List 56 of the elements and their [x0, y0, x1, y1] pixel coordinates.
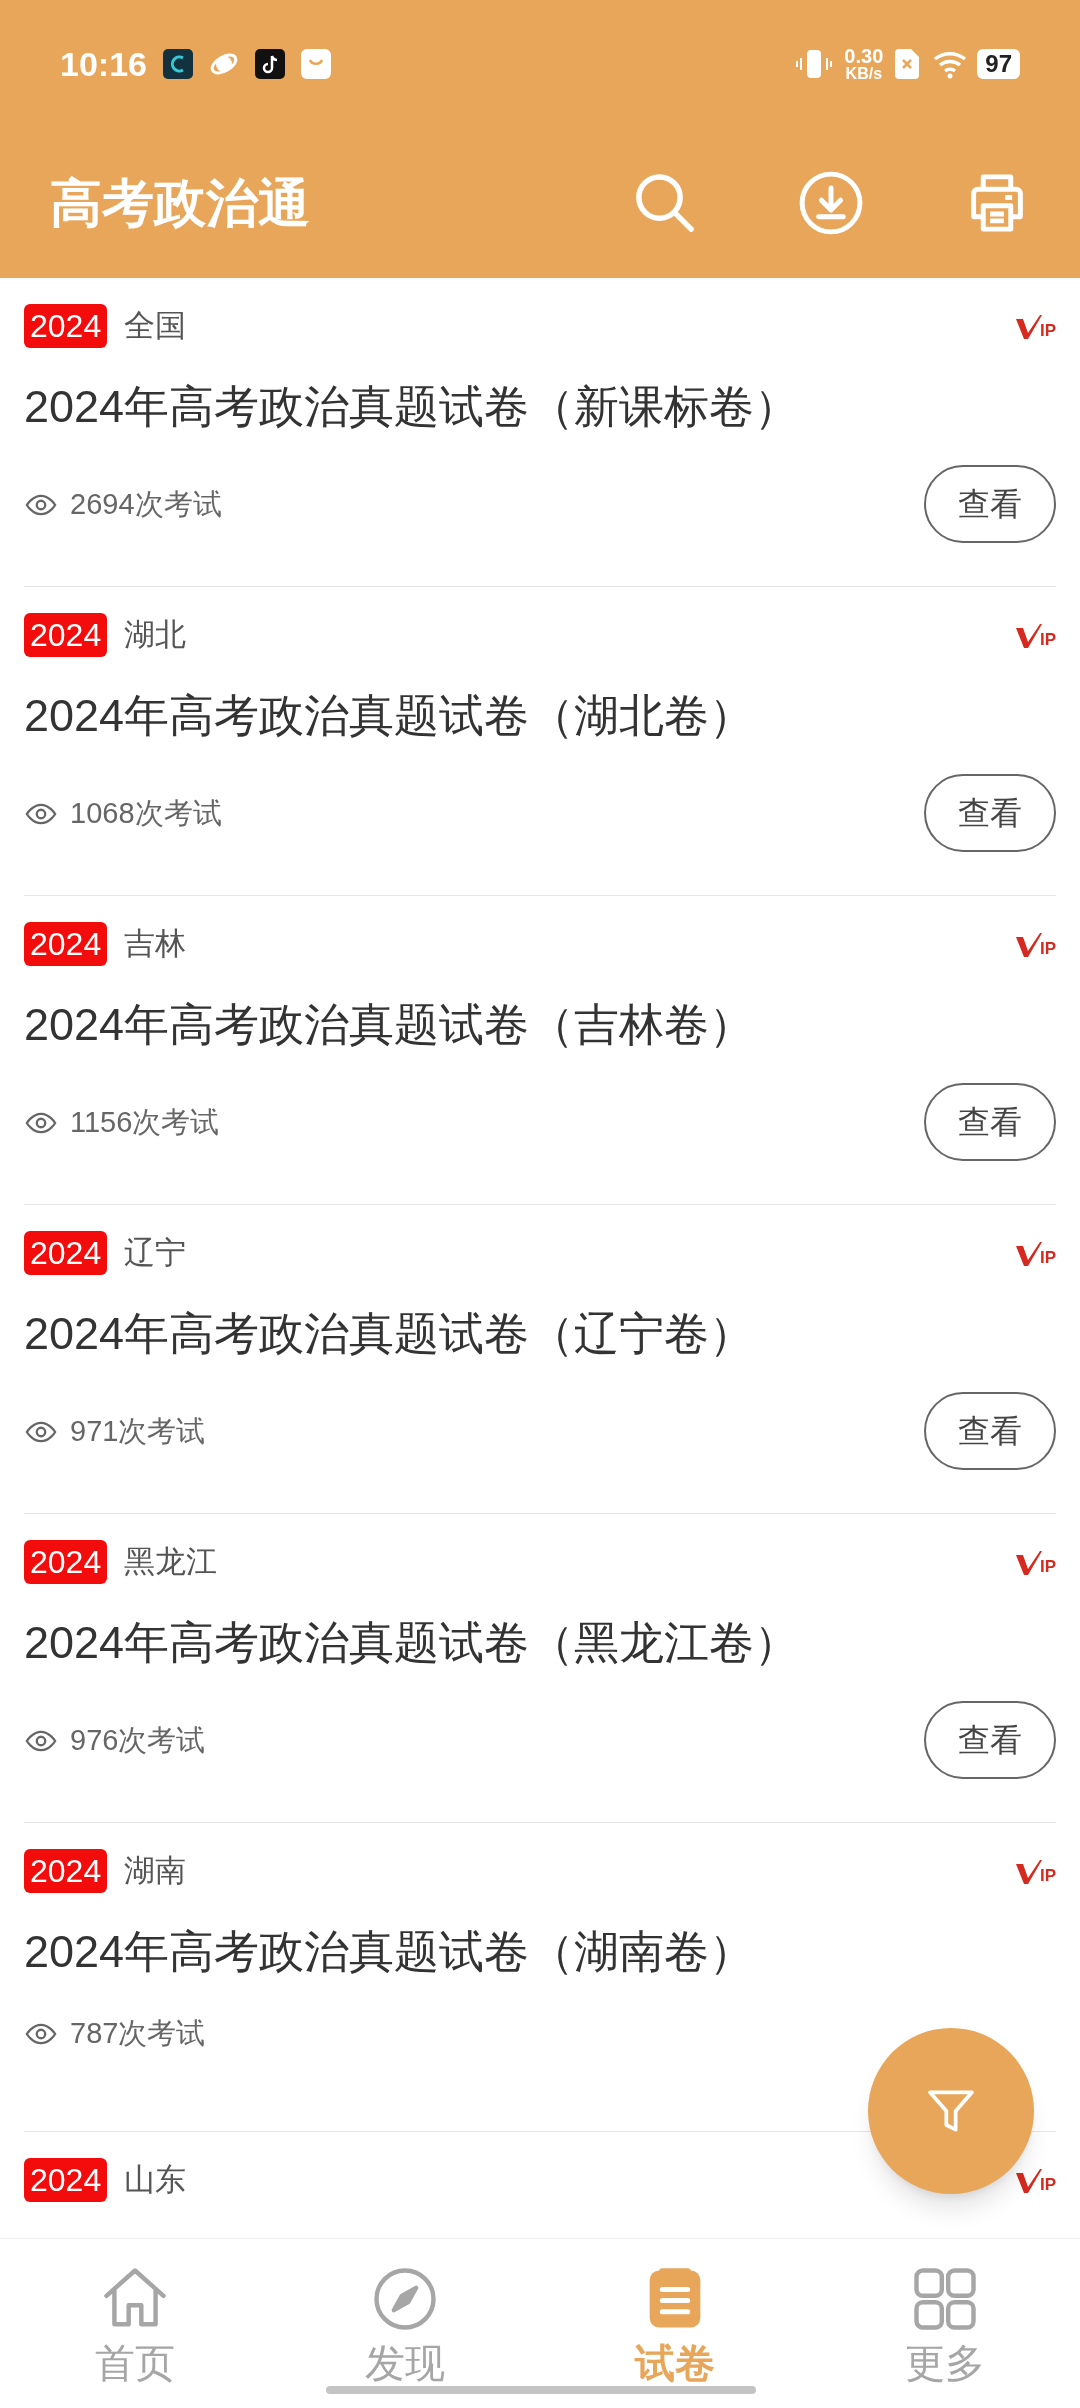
v-icon: [1015, 2167, 1042, 2193]
view-button[interactable]: 查看: [924, 1083, 1056, 1161]
region-label: 全国: [124, 306, 187, 345]
v-icon: [1015, 1858, 1042, 1884]
exam-count: 787次考试: [70, 2016, 206, 2051]
v-icon: [1015, 622, 1042, 648]
region-label: 山东: [124, 2160, 187, 2199]
speed-unit: KB/s: [845, 66, 883, 82]
exam-count: 976次考试: [70, 1723, 206, 1759]
v-icon: [1015, 313, 1042, 339]
v-icon: [1015, 1240, 1042, 1266]
exam-count: 1156次考试: [70, 1105, 220, 1141]
exam-count: 2694次考试: [70, 487, 222, 523]
region-label: 湖南: [124, 1851, 187, 1890]
music-app-icon: [254, 49, 285, 79]
app-title: 高考政治通: [50, 173, 310, 234]
region-label: 辽宁: [124, 1233, 187, 1272]
region-label: 吉林: [124, 924, 187, 963]
v-icon: [1015, 931, 1042, 957]
vip-text: IP: [1039, 1558, 1056, 1575]
view-button[interactable]: 查看: [924, 1392, 1056, 1470]
exam-count: 1068次考试: [70, 796, 222, 832]
status-time: 10:16: [60, 43, 147, 85]
paper-title[interactable]: 2024年高考政治真题试卷（湖南卷）: [24, 1917, 1056, 2012]
region-label: 湖北: [124, 615, 187, 654]
bag-icon: [300, 49, 331, 79]
year-badge: 2024: [24, 1540, 108, 1584]
vip-text: IP: [1039, 1867, 1056, 1884]
year-badge: 2024: [24, 1231, 108, 1275]
sim-icon: [895, 49, 920, 79]
paper-title[interactable]: 2024年高考政治真题试卷（湖北卷）: [24, 681, 1056, 776]
year-badge: 2024: [24, 922, 108, 966]
download-icon: [798, 170, 864, 236]
year-badge: 2024: [24, 2158, 108, 2202]
view-button[interactable]: 查看: [924, 1701, 1056, 1779]
view-button[interactable]: 查看: [924, 774, 1056, 852]
region-label: 黑龙江: [124, 1542, 218, 1581]
paper-title[interactable]: 2024年高考政治真题试卷（辽宁卷）: [24, 1299, 1056, 1394]
year-badge: 2024: [24, 613, 108, 657]
paper-title[interactable]: 2024年高考政治真题试卷（吉林卷）: [24, 990, 1056, 1085]
v-icon: [1015, 1549, 1042, 1575]
vip-text: IP: [1039, 322, 1056, 339]
vip-text: IP: [1039, 631, 1056, 648]
view-button[interactable]: 查看: [924, 465, 1056, 543]
year-badge: 2024: [24, 304, 108, 348]
exam-count: 971次考试: [70, 1414, 206, 1450]
battery-indicator: 97: [977, 49, 1020, 79]
download-button[interactable]: [798, 170, 864, 236]
vip-text: IP: [1039, 2176, 1056, 2193]
paper-title[interactable]: 2024年高考政治真题试卷（新课标卷）: [24, 372, 1056, 467]
vip-text: IP: [1039, 1249, 1056, 1266]
paper-title[interactable]: 2024年高考政治真题试卷（黑龙江卷）: [24, 1608, 1056, 1703]
speed-value: 0.30: [844, 46, 884, 66]
app-icon: [162, 49, 193, 79]
year-badge: 2024: [24, 1849, 108, 1893]
vip-text: IP: [1039, 940, 1056, 957]
